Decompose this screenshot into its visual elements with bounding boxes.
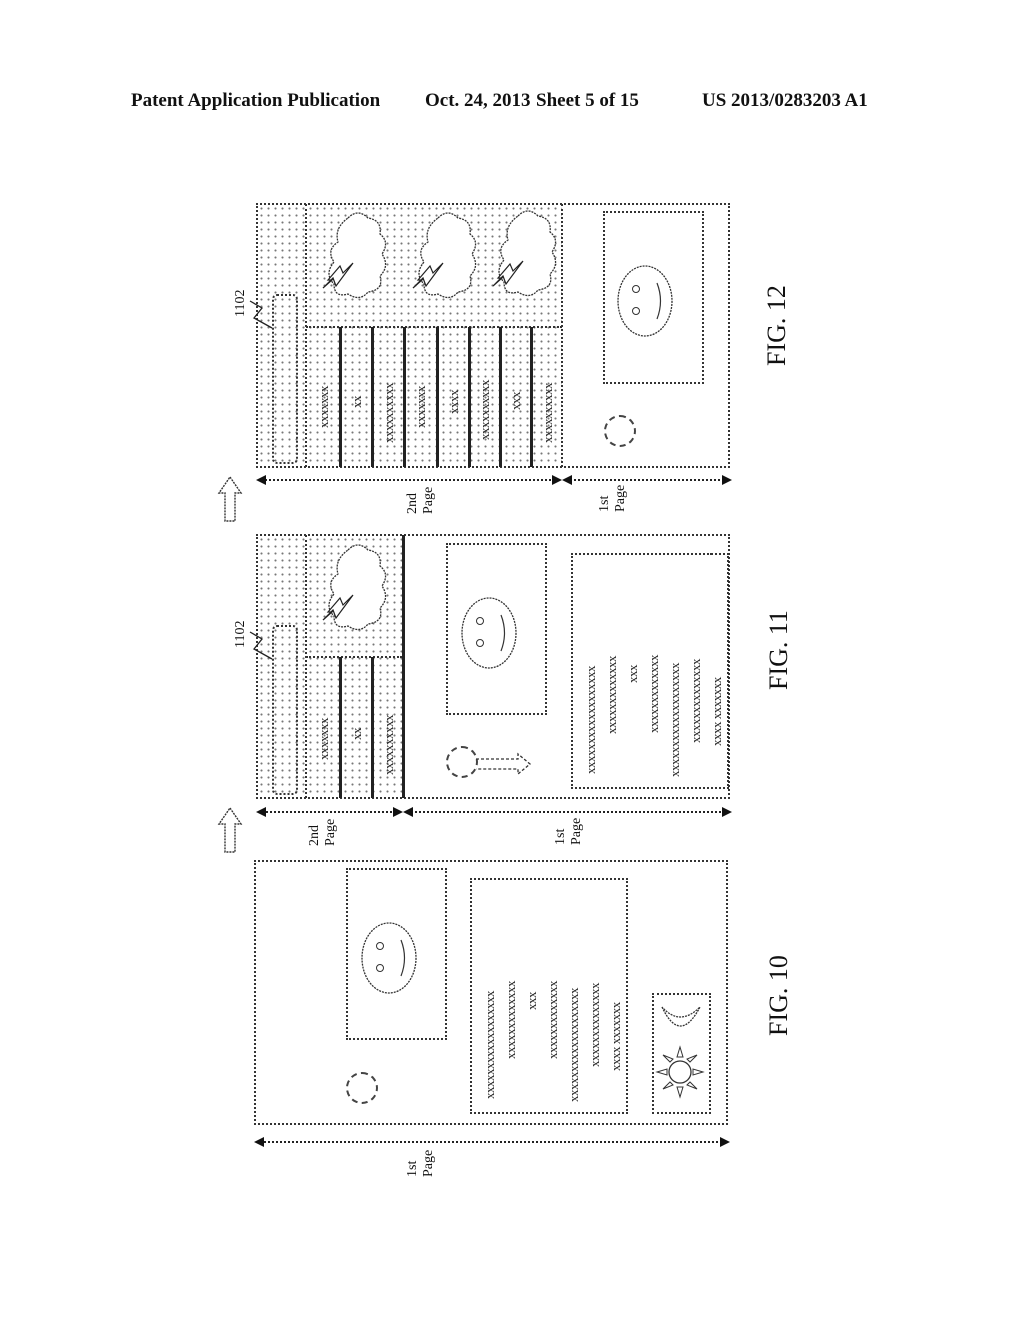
figure-label: FIG. 12	[762, 285, 791, 366]
sheet-number: Sheet 5 of 15	[536, 90, 639, 111]
arrowhead-icon	[552, 475, 562, 485]
list-separator	[371, 657, 374, 798]
arrowhead-icon	[393, 807, 403, 817]
status-bar-divider	[305, 204, 307, 467]
text-line: xxxxxxxxxxxxx	[545, 981, 560, 1059]
dashed-circle-icon	[604, 415, 636, 447]
label-line: 1st	[597, 495, 612, 512]
text-line: xxx	[625, 665, 640, 683]
list-item: xxxxxxx	[316, 718, 331, 760]
arrowhead-icon	[722, 475, 732, 485]
label-line: Page	[569, 817, 584, 845]
list-item: xxxx	[446, 390, 461, 414]
list-item: xxxxxxx	[316, 386, 331, 428]
dashed-circle-icon	[346, 1072, 378, 1104]
arrowhead-icon	[720, 1137, 730, 1147]
smiley-face-icon	[617, 265, 673, 337]
smiley-face-icon	[461, 597, 517, 669]
list-separator	[339, 327, 342, 467]
text-line: xxxxxxxxxxxxx	[503, 981, 518, 1059]
storm-cloud-icon	[322, 212, 387, 299]
storm-cloud-icon	[412, 212, 477, 299]
arrowhead-icon	[256, 807, 266, 817]
reference-label: 1102	[233, 289, 248, 317]
up-arrow-icon	[217, 475, 243, 522]
text-line: xxx	[524, 992, 539, 1010]
list-separator	[436, 327, 439, 467]
text-line: xxxxxxxxxxxxxxxxxxx	[566, 988, 581, 1102]
label-line: Page	[421, 486, 436, 514]
figure-label: FIG. 11	[764, 610, 793, 690]
text-line: xxxxxxxxxxxxxxxxxx	[482, 991, 497, 1099]
list-separator	[403, 327, 406, 467]
text-line: xxxxxxxxxxxxxxxxxxx	[667, 663, 682, 777]
sun-icon	[655, 1045, 705, 1099]
list-item: xx	[349, 728, 364, 740]
list-item: xxx	[508, 392, 523, 410]
status-bar-element	[272, 294, 298, 464]
list-divider	[306, 326, 562, 328]
arrowhead-icon	[722, 807, 732, 817]
storm-cloud-icon	[322, 544, 387, 631]
label-line: 1st	[553, 828, 568, 845]
label-line: Page	[421, 1149, 436, 1177]
first-page-span	[260, 1141, 722, 1143]
status-bar-element	[272, 625, 298, 795]
storm-cloud-icon	[492, 210, 557, 297]
list-separator	[371, 327, 374, 467]
first-page-label: 1st Page	[553, 818, 585, 845]
list-separator	[499, 327, 502, 467]
figure-label: FIG. 10	[764, 955, 793, 1036]
text-line: xxxxxxxxxxxxx	[646, 655, 661, 733]
list-divider	[306, 656, 402, 658]
second-page-label: 2nd Page	[405, 487, 437, 514]
reference-leader-icon	[249, 631, 273, 660]
status-bar-divider	[305, 535, 307, 798]
arrowhead-icon	[256, 475, 266, 485]
list-item: xx	[349, 396, 364, 408]
dashed-circle-icon	[446, 746, 478, 778]
panel-edge	[710, 553, 729, 555]
first-page-span	[408, 811, 724, 813]
text-line: xxxx xxxxxxx	[608, 1002, 623, 1071]
label-line: 2nd	[307, 825, 322, 846]
arrowhead-icon	[254, 1137, 264, 1147]
label-line: Page	[323, 818, 338, 846]
moon-icon	[661, 1006, 701, 1027]
first-page-label: 1st Page	[597, 485, 629, 512]
drag-right-arrow-icon	[476, 752, 532, 776]
list-item: xxxxxxxxxx	[477, 380, 492, 440]
text-line: xxxxxxxxxxxxxx	[587, 983, 602, 1067]
text-line: xxxx xxxxxxx	[709, 677, 724, 746]
page-divider	[402, 535, 405, 798]
up-arrow-icon	[217, 806, 243, 853]
arrowhead-icon	[562, 475, 572, 485]
publication-date: Oct. 24, 2013	[425, 90, 531, 111]
first-page-span	[566, 479, 724, 481]
list-separator	[339, 657, 342, 798]
patent-number: US 2013/0283203 A1	[702, 90, 868, 111]
second-page-span	[262, 811, 396, 813]
second-page-label: 2nd Page	[307, 819, 339, 846]
reference-leader-icon	[249, 300, 273, 329]
list-separator	[468, 327, 471, 467]
label-line: 2nd	[405, 493, 420, 514]
text-line: xxxxxxxxxxxxx	[604, 656, 619, 734]
second-page-span	[262, 479, 554, 481]
list-item: xxxxxxx	[413, 386, 428, 428]
list-item: xxxxxxxxxx	[540, 383, 555, 443]
publication-title: Patent Application Publication	[131, 90, 381, 111]
patent-header: Patent Application Publication Oct. 24, …	[0, 90, 1024, 114]
smiley-face-icon	[361, 922, 417, 994]
arrowhead-icon	[403, 807, 413, 817]
text-line: xxxxxxxxxxxxxx	[688, 659, 703, 743]
label-line: Page	[613, 484, 628, 512]
first-page-label: 1st Page	[405, 1150, 437, 1177]
label-line: 1st	[405, 1160, 420, 1177]
list-item: xxxxxxxxxx	[381, 715, 396, 775]
reference-label: 1102	[233, 620, 248, 648]
list-item: xxxxxxxxxx	[381, 383, 396, 443]
list-separator	[530, 327, 533, 467]
text-line: xxxxxxxxxxxxxxxxxx	[583, 666, 598, 774]
